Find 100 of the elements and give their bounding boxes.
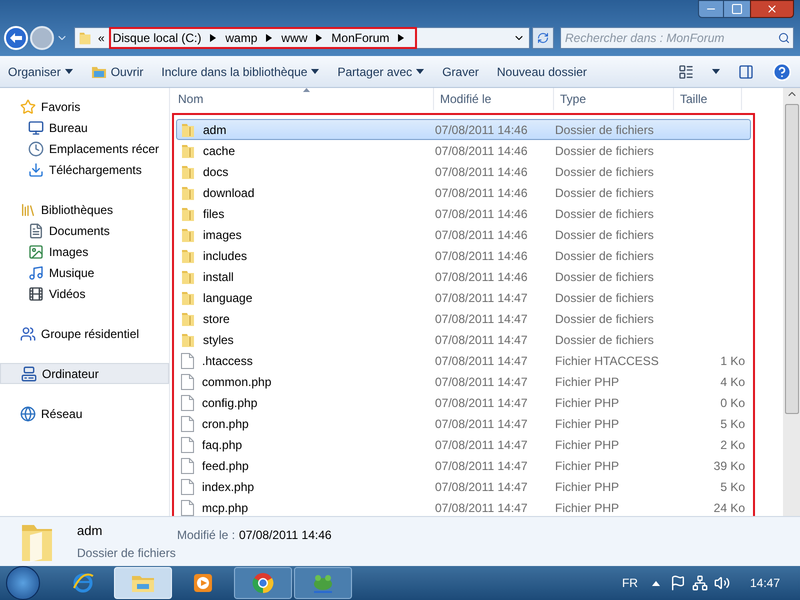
nav-item[interactable]: Groupe résidentiel (0, 323, 169, 344)
column-header[interactable]: Modifié le (434, 88, 554, 110)
nav-item[interactable]: Emplacements récer (0, 138, 169, 159)
start-button[interactable] (6, 566, 40, 600)
caret-icon (64, 69, 73, 74)
file-icon (181, 374, 194, 390)
show-hidden-icon[interactable] (652, 580, 660, 586)
breadcrumb-arrow-icon[interactable] (266, 34, 272, 42)
file-name: mcp.php (202, 500, 248, 516)
modified-label: Modifié le : (177, 527, 236, 544)
toolbar-button[interactable]: Inclure dans la bibliothèque (161, 62, 320, 80)
file-row[interactable]: store 07/08/2011 14:47 Dossier de fichiers (176, 308, 751, 329)
toolbar-button[interactable]: Graver (442, 62, 479, 80)
browser-icon[interactable] (72, 572, 94, 594)
forward-button[interactable] (30, 26, 54, 50)
breadcrumb-arrow-icon[interactable] (316, 34, 322, 42)
column-header[interactable]: Taille (674, 88, 742, 110)
play-icon[interactable] (193, 573, 213, 593)
refresh-button[interactable] (532, 27, 554, 49)
file-name: download (203, 184, 254, 202)
file-name: cache (203, 142, 236, 160)
file-row[interactable]: mcp.php 07/08/2011 14:47 Fichier PHP 24 Ko (176, 497, 751, 516)
nav-item[interactable]: Musique (0, 262, 169, 283)
file-row[interactable]: cron.php 07/08/2011 14:47 Fichier PHP 5 Ko (176, 413, 751, 434)
close-button[interactable] (750, 0, 794, 18)
nav-item[interactable]: Documents (0, 220, 169, 241)
homegroup-icon (20, 326, 36, 342)
back-arrow-icon (10, 33, 22, 43)
file-row[interactable]: adm 07/08/2011 14:46 Dossier de fichiers (176, 119, 751, 140)
nav-item[interactable]: Vidéos (0, 283, 169, 304)
file-row[interactable]: styles 07/08/2011 14:47 Dossier de fichiers (176, 329, 751, 350)
language-indicator[interactable]: FR (622, 574, 638, 592)
toolbar-button[interactable]: Ouvrir (90, 62, 144, 80)
file-row[interactable]: index.php 07/08/2011 14:47 Fichier PHP 5 Ko (176, 476, 751, 497)
chrome-icon[interactable] (252, 572, 274, 594)
file-row[interactable]: common.php 07/08/2011 14:47 Fichier PHP 4 Ko (176, 371, 751, 392)
nav-item[interactable]: Favoris (0, 96, 169, 117)
folder-icon (181, 164, 195, 180)
clock[interactable]: 14:47 (750, 574, 780, 592)
modified-date: 07/08/2011 14:47 (435, 478, 529, 496)
nav-item[interactable]: Bureau (0, 117, 169, 138)
caret-icon[interactable] (712, 69, 720, 74)
volume-icon[interactable] (714, 575, 730, 591)
file-row[interactable]: includes 07/08/2011 14:46 Dossier de fichiers (176, 245, 751, 266)
network-icon[interactable] (692, 575, 708, 591)
file-row[interactable]: images 07/08/2011 14:46 Dossier de fichiers (176, 224, 751, 245)
breadcrumb-item[interactable]: Disque local (C:) (112, 29, 202, 47)
file-icon (181, 478, 194, 494)
modified-date: 07/08/2011 14:47 (435, 436, 529, 454)
scroll-thumb[interactable] (784, 104, 798, 414)
file-icon (181, 436, 194, 452)
file-row[interactable]: cache 07/08/2011 14:46 Dossier de fichiers (176, 140, 751, 161)
file-row[interactable]: install 07/08/2011 14:46 Dossier de fichiers (176, 266, 751, 287)
back-button[interactable] (4, 26, 28, 50)
file-row[interactable]: feed.php 07/08/2011 14:47 Fichier PHP 39 Ko (176, 455, 751, 476)
nav-item[interactable]: Images (0, 241, 169, 262)
file-row[interactable]: config.php 07/08/2011 14:47 Fichier PHP 0 Ko (176, 392, 751, 413)
toolbar-button[interactable]: Organiser (8, 62, 73, 80)
file-row[interactable]: language 07/08/2011 14:47 Dossier de fichiers (176, 287, 751, 308)
breadcrumb-arrow-icon[interactable] (210, 34, 216, 42)
help-icon[interactable] (772, 62, 792, 82)
breadcrumb-item[interactable]: wamp (225, 29, 258, 47)
toolbar-button[interactable]: Partager avec (337, 62, 424, 80)
maximize-button[interactable] (724, 0, 750, 18)
column-header[interactable]: Type (554, 88, 674, 110)
file-icon (181, 394, 194, 410)
file-row[interactable]: download 07/08/2011 14:46 Dossier de fichiers (176, 182, 751, 203)
maximize-icon (731, 3, 743, 15)
breadcrumb-item[interactable]: www (281, 29, 308, 47)
nav-item[interactable]: Téléchargements (0, 159, 169, 180)
folder-icon (181, 248, 195, 264)
address-bar[interactable]: « Disque local (C:) wamp www MonForum (74, 27, 530, 49)
nav-item[interactable]: Bibliothèques (0, 199, 169, 220)
search-field[interactable]: Rechercher dans : MonForum (560, 27, 794, 49)
folder-icon (181, 184, 195, 200)
breadcrumb-item[interactable]: MonForum (331, 29, 390, 47)
file-name: config.php (202, 394, 258, 412)
star-icon (20, 98, 36, 114)
file-icon (181, 458, 194, 474)
flag-icon[interactable] (670, 575, 686, 591)
preview-pane-icon[interactable] (738, 64, 754, 80)
toolbar-button[interactable]: Nouveau dossier (496, 62, 587, 80)
modified-date: 07/08/2011 14:46 (435, 226, 529, 244)
column-header[interactable]: Nom (172, 88, 434, 110)
nav-item[interactable]: Réseau (0, 403, 169, 424)
breadcrumb-arrow-icon[interactable] (398, 34, 404, 42)
file-size: 5 Ko (720, 416, 745, 432)
view-options-icon[interactable] (678, 64, 694, 80)
file-name: styles (203, 332, 234, 348)
scrollbar[interactable] (783, 88, 800, 516)
file-name: adm (203, 122, 226, 138)
file-row[interactable]: files 07/08/2011 14:46 Dossier de fichiers (176, 203, 751, 224)
file-row[interactable]: docs 07/08/2011 14:46 Dossier de fichiers (176, 161, 751, 182)
overflow-chevron[interactable]: « (98, 29, 105, 47)
file-row[interactable]: .htaccess 07/08/2011 14:47 Fichier HTACCESS 1 Ko (176, 350, 751, 371)
item-type: Dossier de fichiers (77, 545, 177, 562)
file-row[interactable]: faq.php 07/08/2011 14:47 Fichier PHP 2 Ko (176, 434, 751, 455)
file-name: common.php (202, 374, 272, 390)
file-size: 24 Ko (714, 500, 745, 516)
nav-item[interactable]: Ordinateur (0, 363, 169, 384)
